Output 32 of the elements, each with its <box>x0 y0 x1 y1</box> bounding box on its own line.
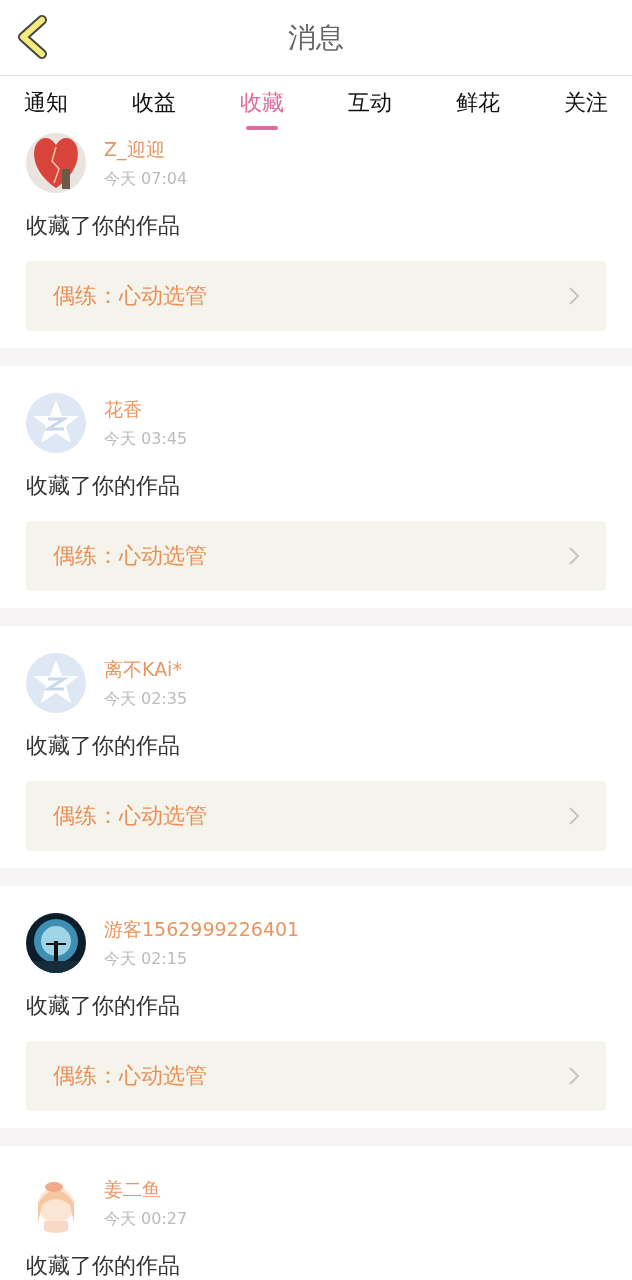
timestamp: 今天 02:35 <box>104 688 188 710</box>
user-name[interactable]: 离不KAi* <box>104 656 188 683</box>
user-name[interactable]: 游客1562999226401 <box>104 916 300 943</box>
chevron-right-icon <box>568 286 580 306</box>
user-name[interactable]: 花香 <box>104 396 188 423</box>
tab[interactable]: 收益 <box>116 76 192 130</box>
page-title: 消息 <box>288 19 344 56</box>
tab[interactable]: 鲜花 <box>440 76 516 130</box>
timestamp: 今天 00:27 <box>104 1208 188 1230</box>
work-link[interactable]: 偶练：心动选管 <box>26 521 606 591</box>
chevron-right-icon <box>568 806 580 826</box>
timestamp: 今天 07:04 <box>104 168 188 190</box>
work-link[interactable]: 偶练：心动选管 <box>26 261 606 331</box>
timestamp: 今天 02:15 <box>104 948 189 970</box>
tab[interactable]: 关注 <box>548 76 624 130</box>
message-text: 收藏了你的作品 <box>26 212 181 240</box>
tab[interactable]: 通知 <box>8 76 84 130</box>
tab[interactable]: 收藏 <box>224 76 300 130</box>
message-text: 收藏了你的作品 <box>26 992 181 1020</box>
message-text: 收藏了你的作品 <box>26 472 181 500</box>
default-avatar-icon <box>26 393 86 453</box>
default-avatar-icon <box>26 653 86 713</box>
work-link[interactable]: 偶练：心动选管 <box>26 781 606 851</box>
timestamp: 今天 03:45 <box>104 428 188 450</box>
message-text: 收藏了你的作品 <box>26 732 181 760</box>
work-link[interactable]: 偶练：心动选管 <box>26 1041 606 1111</box>
user-name[interactable]: 姜二鱼 <box>104 1176 188 1203</box>
chevron-right-icon <box>568 1066 580 1086</box>
message-text: 收藏了你的作品 <box>26 1252 181 1280</box>
user-name[interactable]: Z_迎迎 <box>104 136 188 163</box>
chevron-right-icon <box>568 546 580 566</box>
tab[interactable]: 互动 <box>332 76 408 130</box>
